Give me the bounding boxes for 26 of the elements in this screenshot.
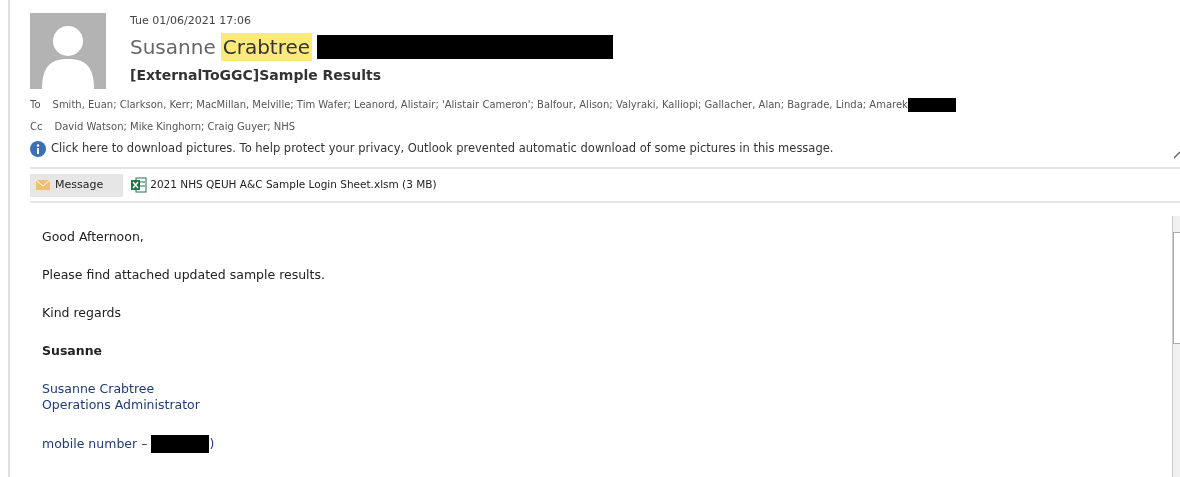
signature-text: mobile number –: [42, 436, 148, 453]
redaction-bar: [151, 435, 210, 454]
message-tab[interactable]: Message: [30, 174, 124, 197]
sender-name: Crabtree: [220, 33, 313, 61]
signature-text: Susanne Crabtree: [42, 381, 156, 398]
spreadsheet-icon: [131, 177, 148, 194]
envelope-icon: [36, 180, 50, 191]
body-text: Susanne: [42, 343, 103, 359]
attachment-link[interactable]: 2021 NHS QEUH A&C Sample Login Sheet.xlsm (3 MB): [131, 177, 437, 194]
recipient-label: Cc: [30, 120, 43, 134]
recipient-list: Smith, Euan; Clarkson, Kerr; MacMillan, Melville; Tim Wafer; Leanord, Alistair; 'Alistair Cameron'; Balfour, Alison; Valyraki, Kalliopi; Gallacher, Alan; Bagrade, Linda; Amarek: [52, 97, 908, 112]
scrollbar-thumb[interactable]: [1173, 232, 1180, 344]
body-text: Good Afternoon,: [42, 229, 144, 245]
signature-text: Operations Administrator: [42, 397, 201, 414]
body-text: Please find attached updated sample results.: [42, 267, 325, 283]
sent-date: Tue 01/06/2021 17:06: [130, 13, 252, 29]
info-icon: [30, 140, 46, 157]
signature-text: ): [209, 436, 215, 453]
collapse-icon[interactable]: [1174, 150, 1180, 160]
scrollbar[interactable]: [1172, 216, 1180, 477]
recipient-label: To: [30, 98, 41, 112]
body-text: Kind regards: [42, 305, 122, 321]
sender-name: Susanne: [130, 34, 216, 61]
download-pictures-notice[interactable]: Click here to download pictures. To help protect your privacy, Outlook prevented automatic download of some pictures in this message.: [51, 140, 834, 158]
email-subject: [ExternalToGGC]Sample Results: [130, 66, 382, 85]
recipient-list: David Watson; Mike Kinghorn; Craig Guyer; NHS: [54, 119, 296, 134]
